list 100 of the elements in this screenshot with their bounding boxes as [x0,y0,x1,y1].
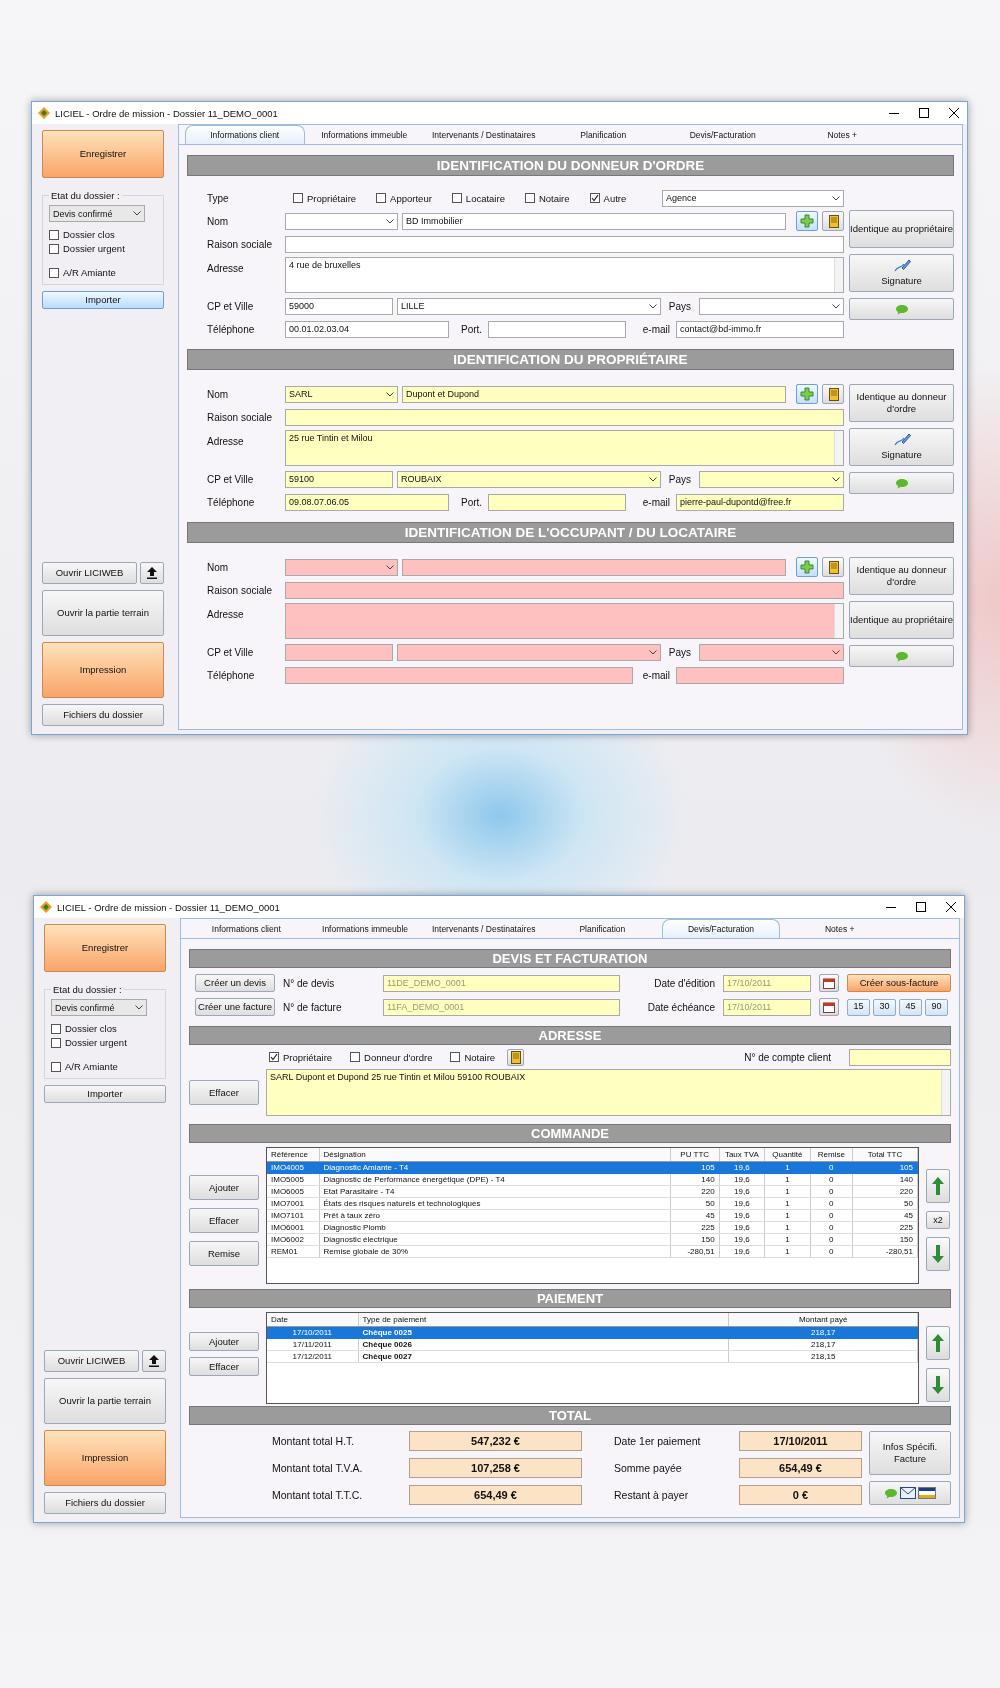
address-book-button[interactable] [822,384,844,404]
save-button[interactable]: Enregistrer [42,130,164,178]
table-action-button[interactable]: Ajouter [189,1332,259,1351]
table-row[interactable]: 17/10/2011 Chèque 0025 218,17 [267,1326,918,1338]
scrollbar[interactable] [834,258,843,292]
table-row[interactable]: IMO7001 États des risques naturels et technologiques 50 19,6 1 0 50 [267,1197,918,1209]
maximize-icon[interactable] [916,902,926,912]
tab[interactable]: Informations client [185,125,305,144]
address-book-button[interactable] [822,211,844,231]
text-area[interactable]: 25 rue Tintin et Milou [285,430,844,466]
tab[interactable]: Informations client [187,919,306,938]
column-header[interactable]: Taux TVA [719,1148,765,1161]
column-header[interactable]: Désignation [319,1148,671,1161]
sms-button[interactable] [849,298,954,320]
print-button[interactable]: Impression [42,642,164,698]
table-row[interactable]: REM01 Remise globale de 30% -280,51 19,6 1 0 -280,51 [267,1245,918,1257]
checkbox[interactable] [350,1052,361,1062]
close-icon[interactable] [949,108,959,118]
table-row[interactable]: IMO6005 Etat Parasitaire - T4 220 19,6 1 0 220 [267,1185,918,1197]
tab[interactable]: Planification [543,919,662,938]
scrollbar[interactable] [834,431,843,465]
tab[interactable]: Informations immeuble [305,919,425,938]
open-field-button[interactable]: Ouvrir la partie terrain [44,1378,166,1424]
table-action-button[interactable]: Remise [189,1241,259,1266]
dropdown[interactable]: Agence [662,189,844,207]
checkbox[interactable] [51,1023,61,1034]
duplicate-button[interactable]: x2 [926,1211,950,1229]
move-down-button[interactable] [926,1368,950,1402]
checkbox[interactable] [51,1037,61,1048]
text-field[interactable]: 09.08.07.06.05 [285,493,449,511]
signature-button[interactable]: Signature [849,428,954,466]
text-field[interactable]: BD Immobilier [402,212,786,230]
text-field[interactable]: 00.01.02.03.04 [285,320,449,338]
address-book-button[interactable] [507,1048,525,1066]
days-button[interactable]: 30 [873,998,896,1016]
import-button[interactable]: Importer [42,291,164,309]
move-down-button[interactable] [926,1237,950,1271]
sub-invoice-button[interactable]: Créer sous-facture [847,974,951,992]
column-header[interactable]: PU TTC [670,1148,720,1161]
text-area[interactable]: SARL Dupont et Dupond 25 rue Tintin et Milou 59100 ROUBAIX [266,1069,951,1116]
dropdown[interactable] [699,643,844,661]
calendar-button[interactable] [819,998,839,1016]
checkbox[interactable] [293,193,303,203]
calendar-button[interactable] [819,974,839,992]
days-button[interactable]: 45 [899,998,922,1016]
text-field[interactable]: contact@bd-immo.fr [676,320,844,338]
checkbox[interactable] [49,229,59,240]
checkbox[interactable] [451,193,462,203]
table-row[interactable]: IMO6002 Diagnostic électrique 150 19,6 1 0 150 [267,1233,918,1245]
dropdown[interactable] [397,643,661,661]
send-options-button[interactable] [869,1481,951,1505]
copy-contact-button[interactable]: Identique au donneur d'ordre [849,384,954,422]
open-web-button[interactable]: Ouvrir LICIWEB [44,1350,139,1372]
checkbox[interactable] [269,1052,279,1062]
text-field[interactable] [488,320,627,338]
dropdown[interactable]: Devis confirmé [49,205,145,222]
text-area[interactable]: 4 rue de bruxelles [285,257,844,293]
text-field[interactable]: pierre-paul-dupontd@free.fr [676,493,844,511]
text-field[interactable] [285,408,844,426]
table-action-button[interactable]: Ajouter [189,1175,259,1200]
create-button[interactable]: Créer une facture [195,998,275,1016]
table-action-button[interactable]: Effacer [189,1357,259,1376]
save-button[interactable]: Enregistrer [44,924,166,972]
copy-contact-button[interactable]: Identique au donneur d'ordre [849,557,954,595]
table-row[interactable]: IMO7101 Prêt à taux zéro 45 19,6 1 0 45 [267,1209,918,1221]
dropdown[interactable]: SARL [285,385,398,403]
files-button[interactable]: Fichiers du dossier [42,704,164,726]
days-button[interactable]: 15 [847,998,870,1016]
text-field[interactable]: 59000 [285,297,393,315]
scrollbar[interactable] [834,604,843,638]
text-field[interactable]: Dupont et Dupond [402,385,786,403]
checkbox[interactable] [589,193,600,203]
dropdown[interactable] [699,297,844,315]
close-icon[interactable] [946,902,956,912]
dropdown[interactable] [285,212,398,230]
checkbox[interactable] [524,193,535,203]
copy-contact-button[interactable]: Identique au propriétaire [849,210,954,248]
tab[interactable]: Informations immeuble [304,125,424,144]
column-header[interactable]: Référence [267,1148,320,1161]
import-button[interactable]: Importer [44,1085,166,1103]
sms-button[interactable] [849,645,954,667]
table-row[interactable]: IMO5005 Diagnostic de Performance énergétique (DPE) - T4 140 19,6 1 0 140 [267,1173,918,1185]
sms-button[interactable] [849,472,954,494]
text-field[interactable] [488,493,627,511]
move-up-button[interactable] [926,1326,950,1360]
copy-contact-button[interactable]: Identique au propriétaire [849,601,954,639]
text-field[interactable] [676,666,844,684]
text-field[interactable] [285,581,844,599]
tab[interactable]: Devis/Facturation [663,125,783,144]
checkbox[interactable] [49,243,59,254]
column-header[interactable]: Quantité [764,1148,811,1161]
tab[interactable]: Planification [543,125,663,144]
signature-button[interactable]: Signature [849,254,954,292]
tab[interactable]: Notes + [782,125,902,144]
clear-button[interactable]: Effacer [189,1080,259,1105]
dropdown[interactable]: ROUBAIX [397,470,661,488]
column-header[interactable]: Date [267,1313,359,1326]
files-button[interactable]: Fichiers du dossier [44,1492,166,1514]
column-header[interactable]: Total TTC [852,1148,918,1161]
table-row[interactable]: 17/11/2011 Chèque 0026 218,17 [267,1338,918,1350]
